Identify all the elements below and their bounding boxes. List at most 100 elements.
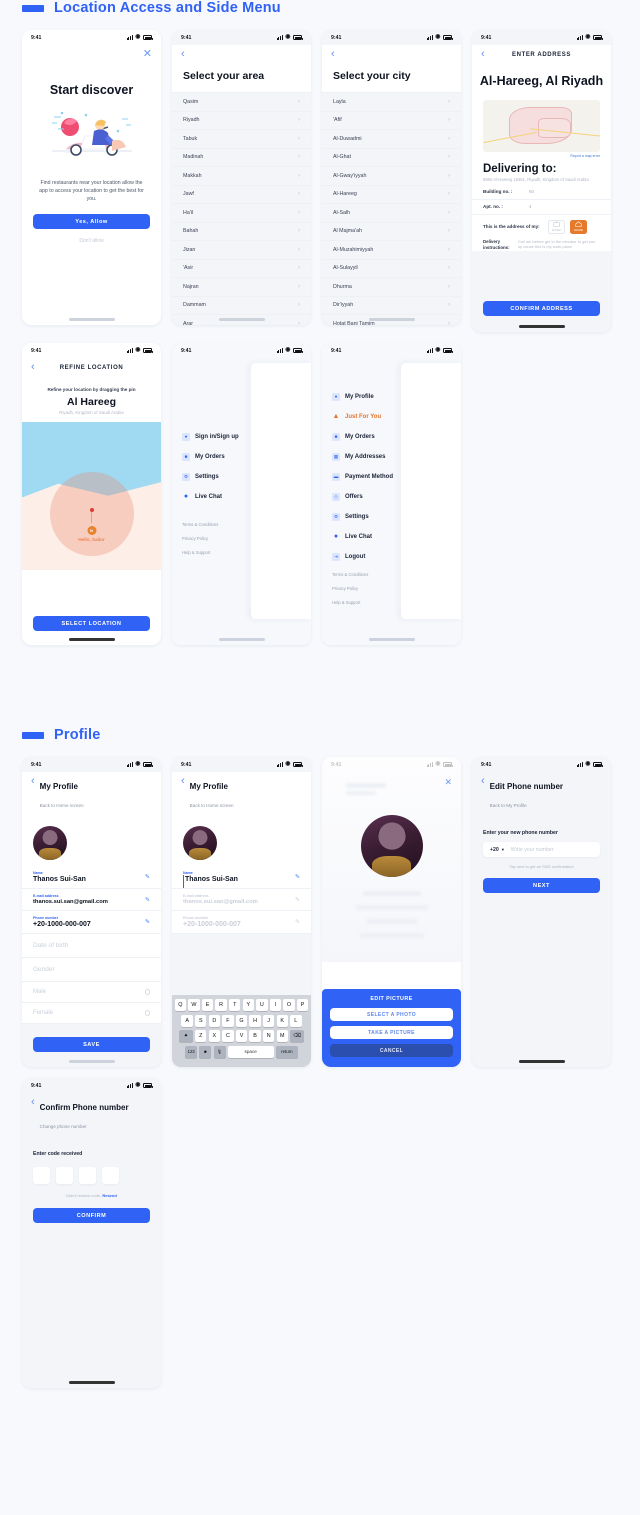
key-i[interactable]: I bbox=[269, 999, 282, 1012]
chevron-left-icon[interactable]: ‹ bbox=[181, 776, 185, 787]
key-c[interactable]: C bbox=[222, 1030, 234, 1043]
list-item[interactable]: Ha'il › bbox=[172, 204, 311, 223]
key-u[interactable]: U bbox=[256, 999, 268, 1012]
key-s[interactable]: S bbox=[195, 1014, 207, 1027]
chevron-left-icon[interactable]: ‹ bbox=[31, 776, 35, 787]
backspace-icon[interactable]: ⌫ bbox=[290, 1030, 305, 1043]
edit-icon[interactable]: ✎ bbox=[295, 896, 300, 903]
gender-option-male[interactable]: Male bbox=[22, 982, 161, 1003]
refine-map[interactable]: N Hello, Sailor bbox=[22, 422, 161, 570]
edit-icon[interactable]: ✎ bbox=[295, 874, 300, 881]
allow-location-button[interactable]: Yes, Allow bbox=[33, 214, 150, 229]
key-m[interactable]: M bbox=[276, 1030, 288, 1043]
select-photo-button[interactable]: SELECT A PHOTO bbox=[330, 1008, 453, 1021]
list-item[interactable]: Al Majma'ah › bbox=[322, 223, 461, 241]
next-button[interactable]: NEXT bbox=[483, 878, 600, 893]
key-b[interactable]: B bbox=[249, 1030, 261, 1043]
close-icon[interactable]: ✕ bbox=[143, 49, 152, 60]
menu-item-signin[interactable]: ● Sign in/Sign up bbox=[182, 427, 239, 447]
key-f[interactable]: F bbox=[222, 1014, 234, 1027]
list-item[interactable]: Al-Ghat › bbox=[322, 149, 461, 167]
map-pin-icon[interactable] bbox=[89, 507, 94, 523]
list-item[interactable]: Makkah › bbox=[172, 167, 311, 186]
key-g[interactable]: G bbox=[235, 1014, 248, 1027]
link-privacy[interactable]: Privacy Policy bbox=[182, 531, 218, 545]
list-item[interactable]: Jawf › bbox=[172, 186, 311, 204]
menu-item-live-chat[interactable]: ● Live Chat bbox=[332, 527, 393, 547]
close-icon[interactable]: ✕ bbox=[444, 777, 452, 788]
list-item[interactable]: Madinah › bbox=[172, 149, 311, 167]
menu-item-my-addresses[interactable]: ▦ My Addresses bbox=[332, 447, 393, 467]
key-r[interactable]: R bbox=[215, 999, 227, 1012]
address-type-home-button[interactable]: HOME bbox=[570, 219, 587, 234]
map-preview[interactable] bbox=[483, 100, 600, 152]
key-h[interactable]: H bbox=[249, 1014, 261, 1027]
avatar[interactable] bbox=[360, 815, 423, 877]
page-subtitle[interactable]: Back to Home screen bbox=[40, 803, 84, 808]
menu-item-my-orders[interactable]: ■ My Orders bbox=[332, 427, 393, 447]
key-o[interactable]: O bbox=[283, 999, 295, 1012]
menu-item-my-profile[interactable]: ● My Profile bbox=[332, 387, 393, 407]
building-no-row[interactable]: Building no. : 60 bbox=[472, 185, 611, 200]
list-item[interactable]: Layla › bbox=[322, 93, 461, 112]
menu-item-settings[interactable]: ⚙ Settings bbox=[182, 467, 239, 487]
list-item[interactable]: Dammam › bbox=[172, 297, 311, 315]
key-n[interactable]: N bbox=[262, 1030, 275, 1043]
link-terms[interactable]: Terms & Conditions bbox=[182, 517, 218, 531]
list-item[interactable]: 'Afif › bbox=[322, 112, 461, 130]
edit-icon[interactable]: ✎ bbox=[295, 919, 300, 926]
link-privacy[interactable]: Privacy Policy bbox=[332, 581, 368, 595]
list-item[interactable]: Al-Gway'iyyah › bbox=[322, 167, 461, 186]
onscreen-keyboard[interactable]: Q W E R T Y U I O P A S D F G H J K L ⯅ … bbox=[172, 995, 311, 1067]
radio-icon[interactable] bbox=[144, 989, 150, 995]
menu-item-settings[interactable]: ⚙ Settings bbox=[332, 507, 393, 527]
numbers-key[interactable]: 123 bbox=[185, 1045, 198, 1058]
confirm-address-button[interactable]: CONFIRM ADDRESS bbox=[483, 301, 600, 316]
list-item[interactable]: Dir'iyyah › bbox=[322, 297, 461, 315]
avatar[interactable] bbox=[33, 826, 67, 860]
radio-icon[interactable] bbox=[144, 1010, 150, 1016]
key-e[interactable]: E bbox=[201, 999, 214, 1012]
delivery-instructions-row[interactable]: Delivery instructions: Call me before ge… bbox=[472, 239, 611, 251]
list-item[interactable]: Jizan › bbox=[172, 241, 311, 260]
chevron-left-icon[interactable]: ‹ bbox=[331, 49, 335, 60]
key-t[interactable]: T bbox=[229, 999, 241, 1012]
key-a[interactable]: A bbox=[181, 1014, 193, 1027]
emoji-icon[interactable]: ☻ bbox=[199, 1045, 212, 1058]
gender-option-female[interactable]: Female bbox=[22, 1003, 161, 1024]
key-k[interactable]: K bbox=[276, 1014, 288, 1027]
list-item[interactable]: Al-Duwadmi › bbox=[322, 130, 461, 149]
link-terms[interactable]: Terms & Conditions bbox=[332, 567, 368, 581]
country-code-select[interactable]: +20 ▼ bbox=[490, 847, 505, 853]
list-item[interactable]: Tabuk › bbox=[172, 130, 311, 149]
menu-item-just-for-you[interactable]: ▲ Just For You bbox=[332, 407, 393, 427]
list-item[interactable]: Najran › bbox=[172, 278, 311, 297]
menu-item-my-orders[interactable]: ■ My Orders bbox=[182, 447, 239, 467]
key-v[interactable]: V bbox=[235, 1030, 248, 1043]
chevron-left-icon[interactable]: ‹ bbox=[31, 1097, 35, 1108]
edit-icon[interactable]: ✎ bbox=[145, 919, 150, 926]
link-help[interactable]: Help & Support bbox=[182, 545, 218, 559]
chevron-left-icon[interactable]: ‹ bbox=[481, 776, 485, 787]
resend-link[interactable]: Resend bbox=[102, 1193, 116, 1198]
link-help[interactable]: Help & Support bbox=[332, 595, 368, 609]
chevron-left-icon[interactable]: ‹ bbox=[181, 49, 185, 60]
take-picture-button[interactable]: TAKE A PICTURE bbox=[330, 1026, 453, 1039]
list-item[interactable]: Riyadh › bbox=[172, 112, 311, 130]
confirm-button[interactable]: CONFIRM bbox=[33, 1208, 150, 1223]
otp-digit-3[interactable] bbox=[79, 1167, 96, 1184]
save-button[interactable]: SAVE bbox=[33, 1037, 150, 1052]
menu-item-payment-method[interactable]: ▬ Payment Method bbox=[332, 467, 393, 487]
select-location-button[interactable]: SELECT LOCATION bbox=[33, 616, 150, 631]
key-d[interactable]: D bbox=[208, 1014, 221, 1027]
list-item[interactable]: 'Asir › bbox=[172, 260, 311, 278]
otp-digit-4[interactable] bbox=[102, 1167, 119, 1184]
list-item[interactable]: Al-Muzahimiyyah › bbox=[322, 241, 461, 260]
key-j[interactable]: J bbox=[262, 1014, 275, 1027]
menu-item-live-chat[interactable]: ● Live Chat bbox=[182, 487, 239, 507]
date-of-birth-field[interactable]: Date of birth bbox=[22, 934, 161, 958]
space-key[interactable]: space bbox=[227, 1045, 274, 1058]
avatar[interactable] bbox=[183, 826, 217, 860]
address-type-work-button[interactable]: WORK bbox=[548, 219, 565, 234]
page-subtitle[interactable]: Back to My Profile bbox=[490, 803, 527, 808]
